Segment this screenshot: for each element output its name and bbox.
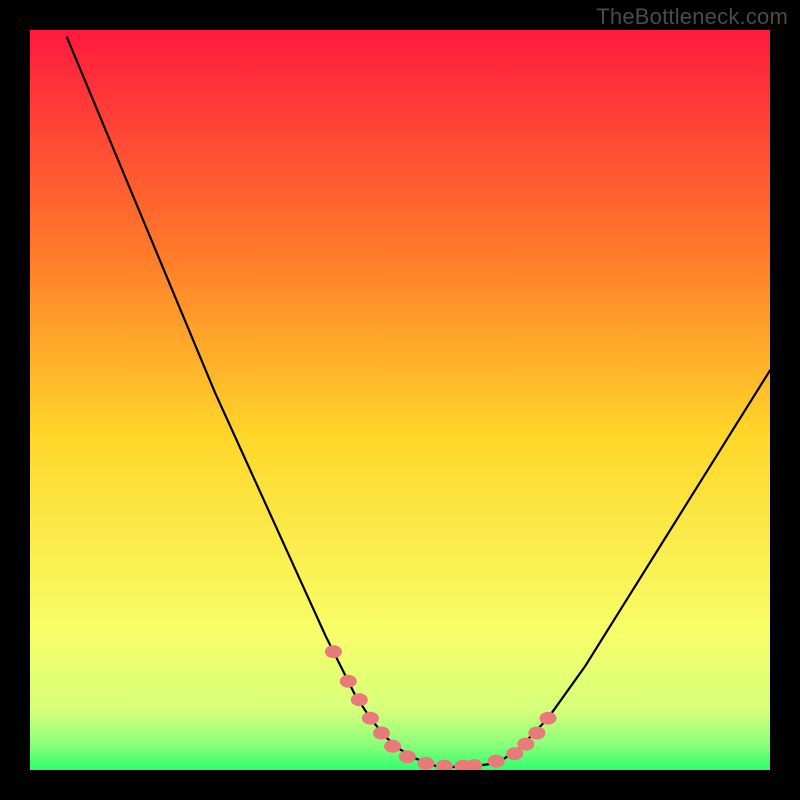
chart-frame: TheBottleneck.com <box>0 0 800 800</box>
gradient-background <box>30 30 770 770</box>
marker-point <box>351 693 368 706</box>
watermark-text: TheBottleneck.com <box>596 4 788 30</box>
marker-point <box>362 712 379 725</box>
plot-area <box>30 30 770 770</box>
marker-point <box>384 740 401 753</box>
marker-point <box>528 727 545 740</box>
marker-point <box>325 645 342 658</box>
marker-point <box>540 712 557 725</box>
marker-point <box>417 757 434 770</box>
marker-point <box>340 675 357 688</box>
marker-point <box>488 755 505 768</box>
marker-point <box>399 750 416 763</box>
bottleneck-chart <box>30 30 770 770</box>
marker-point <box>373 727 390 740</box>
marker-point <box>517 738 534 751</box>
